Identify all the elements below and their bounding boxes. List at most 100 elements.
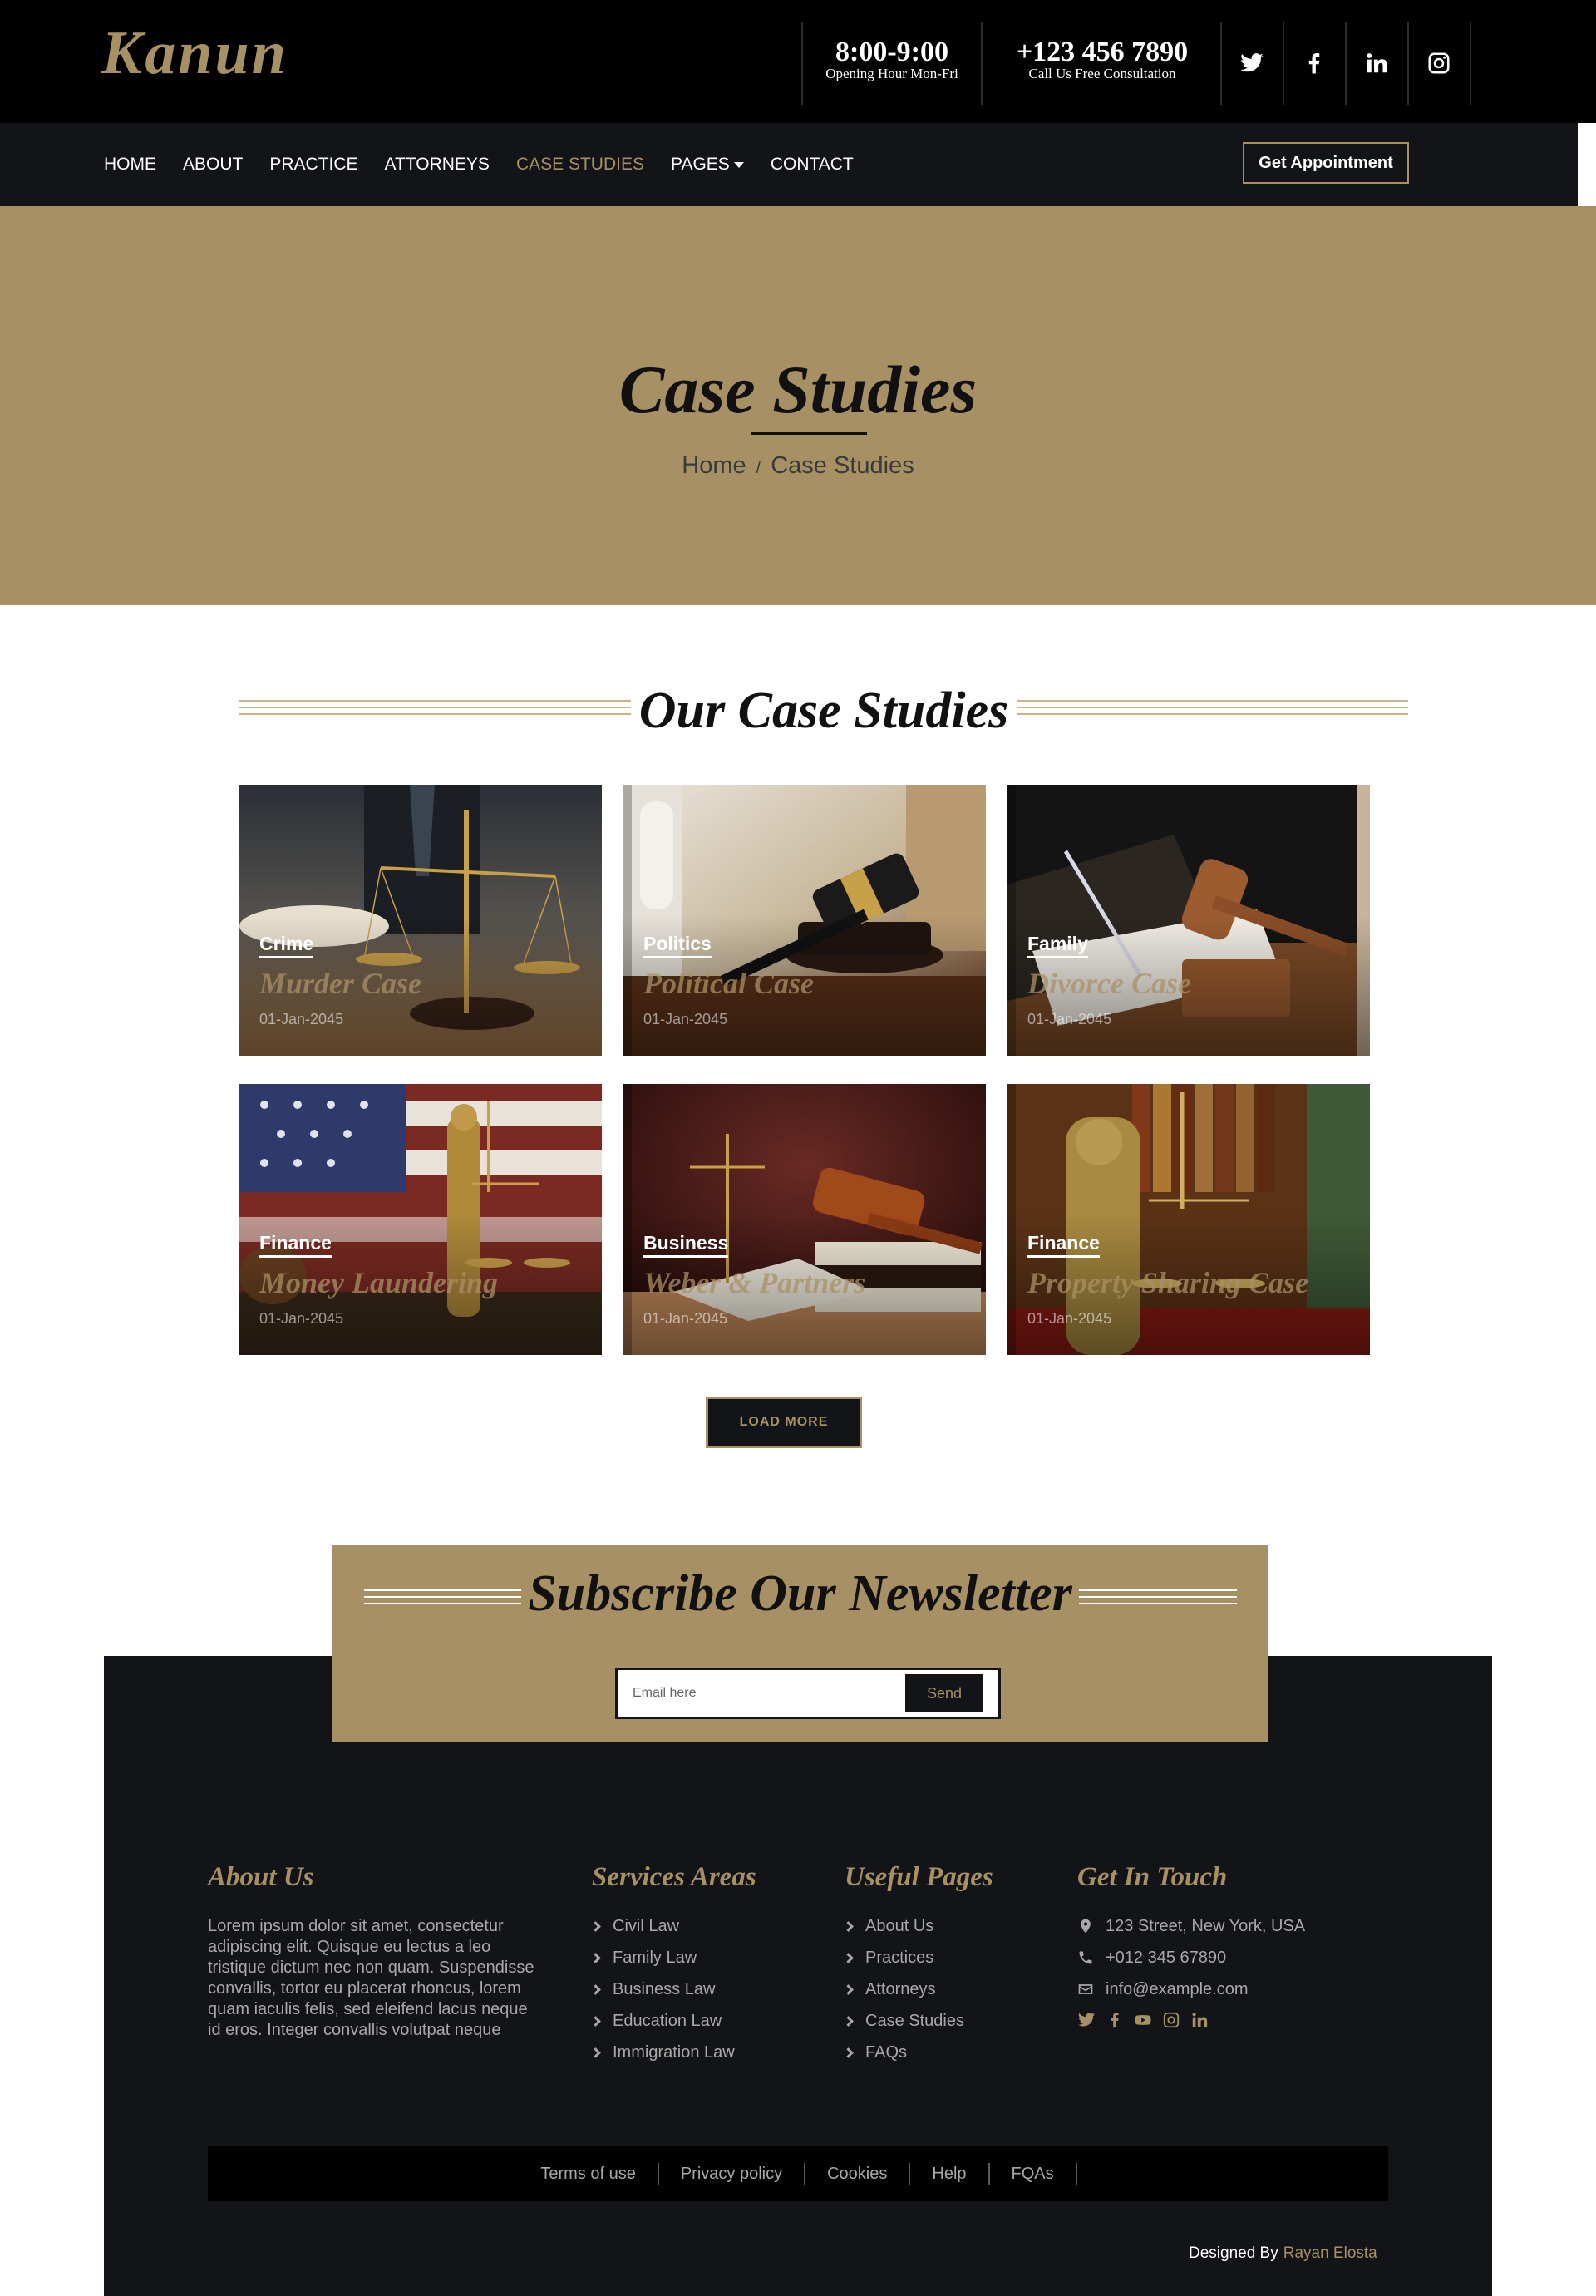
case-title[interactable]: Murder Case <box>259 966 421 1001</box>
footer-about-text: Lorem ipsum dolor sit amet, consectetur … <box>208 1917 534 2039</box>
footer-link[interactable]: Case Studies <box>843 2011 993 2031</box>
nav-pages-label: PAGES <box>671 155 730 174</box>
breadcrumb-current: Case Studies <box>771 452 914 479</box>
footer-about-heading: About Us <box>208 1862 314 1892</box>
title-underline <box>751 432 867 435</box>
phone-value: +123 456 7890 <box>1016 37 1189 67</box>
footer-link[interactable]: Education Law <box>590 2011 756 2031</box>
case-category[interactable]: Politics <box>643 933 712 958</box>
nav-home[interactable]: HOME <box>104 155 156 175</box>
footer-services-heading: Services Areas <box>592 1862 756 1892</box>
footer-link[interactable]: Family Law <box>590 1948 756 1968</box>
case-date: 01-Jan-2045 <box>259 1310 344 1327</box>
nav-pages-dropdown[interactable]: PAGES <box>671 155 744 175</box>
main-nav: HOME ABOUT PRACTICE ATTORNEYS CASE STUDI… <box>0 123 1578 206</box>
case-card[interactable]: Finance Property Sharing Case 01-Jan-204… <box>1007 1084 1370 1355</box>
case-date: 01-Jan-2045 <box>1027 1310 1112 1327</box>
privacy-link[interactable]: Privacy policy <box>659 2163 806 2185</box>
credit: Designed By Rayan Elosta <box>1189 2244 1377 2263</box>
terms-link[interactable]: Terms of use <box>519 2163 659 2185</box>
help-link[interactable]: Help <box>910 2163 990 2185</box>
instagram-icon[interactable] <box>1162 2011 1180 2029</box>
footer-contact-heading: Get In Touch <box>1077 1862 1228 1892</box>
twitter-icon[interactable] <box>1220 22 1282 105</box>
chevron-right-icon <box>590 2015 601 2027</box>
footer-services: Services Areas Civil Law Family Law Busi… <box>590 1862 756 2074</box>
nav-case-studies[interactable]: CASE STUDIES <box>516 155 644 175</box>
phone-caption: Call Us Free Consultation <box>1028 66 1176 81</box>
footer-link[interactable]: About Us <box>843 1916 993 1936</box>
case-date: 01-Jan-2045 <box>643 1011 728 1027</box>
section-title: Our Case Studies <box>239 682 1408 741</box>
author-link[interactable]: Rayan Elosta <box>1283 2244 1377 2262</box>
contact-phone: +012 345 67890 <box>1077 1948 1305 1968</box>
facebook-icon[interactable] <box>1283 22 1344 105</box>
logo[interactable]: Kanun <box>101 18 288 89</box>
page-header: Case Studies Home / Case Studies <box>0 206 1596 605</box>
linkedin-icon[interactable] <box>1345 22 1406 105</box>
nav-menu: HOME ABOUT PRACTICE ATTORNEYS CASE STUDI… <box>104 123 880 206</box>
map-marker-icon <box>1081 1919 1091 1934</box>
chevron-right-icon <box>843 1983 854 1995</box>
chevron-right-icon <box>843 1920 854 1932</box>
phone-info: +123 456 7890 Call Us Free Consultation <box>981 22 1222 105</box>
case-title[interactable]: Divorce Case <box>1027 966 1191 1001</box>
case-card[interactable]: Business Weber & Partners 01-Jan-2045 <box>623 1084 986 1355</box>
footer-link[interactable]: FAQs <box>843 2042 993 2062</box>
instagram-icon[interactable] <box>1407 22 1469 105</box>
nav-attorneys[interactable]: ATTORNEYS <box>385 155 490 175</box>
chevron-right-icon <box>843 1952 854 1963</box>
footer-link[interactable]: Attorneys <box>843 1979 993 1999</box>
breadcrumb: Home / Case Studies <box>0 452 1596 480</box>
faqs-link[interactable]: FQAs <box>990 2163 1077 2185</box>
envelope-icon <box>1078 1984 1093 1994</box>
nav-about[interactable]: ABOUT <box>183 155 243 175</box>
footer-social <box>1077 2011 1305 2029</box>
credit-label: Designed By <box>1189 2244 1278 2262</box>
youtube-icon[interactable] <box>1134 2011 1152 2029</box>
footer-link[interactable]: Immigration Law <box>590 2042 756 2062</box>
opening-hours-caption: Opening Hour Mon-Fri <box>825 66 958 81</box>
chevron-right-icon <box>590 2047 601 2058</box>
case-category[interactable]: Finance <box>1027 1232 1100 1258</box>
footer-link[interactable]: Practices <box>843 1948 993 1968</box>
case-date: 01-Jan-2045 <box>259 1011 344 1027</box>
case-card[interactable]: Politics Political Case 01-Jan-2045 <box>623 785 986 1056</box>
case-date: 01-Jan-2045 <box>643 1310 728 1327</box>
newsletter-title: Subscribe Our Newsletter <box>332 1564 1268 1623</box>
case-card[interactable]: Family Divorce Case 01-Jan-2045 <box>1007 785 1370 1056</box>
facebook-icon[interactable] <box>1106 2011 1124 2029</box>
case-card[interactable]: Crime Murder Case 01-Jan-2045 <box>239 785 602 1056</box>
case-title[interactable]: Political Case <box>643 966 814 1001</box>
chevron-right-icon <box>843 2047 854 2058</box>
nav-contact[interactable]: CONTACT <box>771 155 854 175</box>
phone-icon <box>1079 1951 1092 1964</box>
email-input[interactable] <box>618 1670 900 1717</box>
cookies-link[interactable]: Cookies <box>805 2163 911 2185</box>
footer-pages: Useful Pages About Us Practices Attorney… <box>843 1862 993 2074</box>
load-more-button[interactable]: LOAD MORE <box>706 1397 862 1448</box>
case-category[interactable]: Finance <box>259 1232 332 1258</box>
case-title[interactable]: Money Laundering <box>259 1265 498 1300</box>
footer-link[interactable]: Business Law <box>590 1979 756 1999</box>
footer-contact: Get In Touch 123 Street, New York, USA +… <box>1077 1862 1305 2029</box>
chevron-right-icon <box>590 1920 601 1932</box>
send-button[interactable]: Send <box>905 1674 983 1712</box>
chevron-right-icon <box>590 1952 601 1963</box>
breadcrumb-home[interactable]: Home <box>682 452 746 479</box>
footer-link[interactable]: Civil Law <box>590 1916 756 1936</box>
case-title[interactable]: Weber & Partners <box>643 1265 865 1300</box>
case-category[interactable]: Business <box>643 1232 729 1258</box>
case-category[interactable]: Crime <box>259 933 314 958</box>
case-category[interactable]: Family <box>1027 933 1088 958</box>
nav-practice[interactable]: PRACTICE <box>269 155 357 175</box>
linkedin-icon[interactable] <box>1190 2011 1209 2029</box>
get-appointment-button[interactable]: Get Appointment <box>1243 142 1409 184</box>
contact-address: 123 Street, New York, USA <box>1077 1916 1305 1936</box>
twitter-icon[interactable] <box>1077 2011 1096 2029</box>
chevron-right-icon <box>590 1983 601 1995</box>
case-card[interactable]: Finance Money Laundering 01-Jan-2045 <box>239 1084 602 1355</box>
case-title[interactable]: Property Sharing Case <box>1027 1265 1308 1300</box>
caret-down-icon <box>733 161 744 168</box>
breadcrumb-separator: / <box>756 459 761 477</box>
